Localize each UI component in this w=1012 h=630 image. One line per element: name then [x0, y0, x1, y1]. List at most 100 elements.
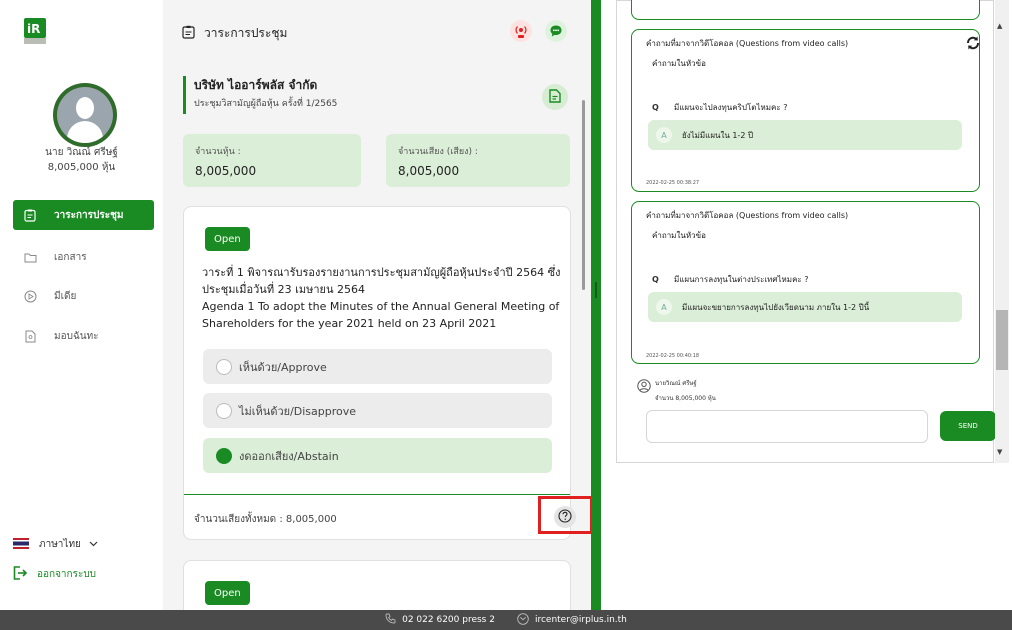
panel-splitter[interactable]	[591, 0, 601, 610]
shares-label: จำนวนหุ้น :	[195, 147, 241, 157]
chevron-down-icon	[89, 539, 98, 550]
app-root: iR นาย วิณณ์ ศรีษฐ์ 8,005,000 หุ้น วาระก…	[0, 0, 1012, 630]
splitter-grip[interactable]	[595, 282, 597, 298]
question-input[interactable]	[646, 410, 928, 443]
avatar	[53, 83, 117, 147]
agenda-title-en: Agenda 1 To adopt the Minutes of the Ann…	[202, 300, 560, 330]
votes-label: จำนวนเสียง (เสียง) :	[398, 147, 478, 157]
qa-header: คำถามที่มาจากวิดีโอคอล (Questions from v…	[646, 211, 849, 220]
asker-info: นายวิณณ์ ศรีษฐ์ จำนวน 8,005,000 หุ้น	[637, 378, 716, 403]
asker-name: นายวิณณ์ ศรีษฐ์	[655, 380, 697, 387]
document-icon	[549, 88, 561, 107]
nav-item-agenda[interactable]: วาระการประชุม	[13, 200, 154, 230]
nav-label-documents: เอกสาร	[54, 251, 87, 263]
question-row: Q มีแผนการลงทุนในต่างประเทศไหมคะ ?	[652, 273, 809, 286]
qa-card: คำถามที่มาจากวิดีโอคอล (Questions from v…	[631, 201, 980, 364]
vote-option-label: ไม่เห็นด้วย/Disapprove	[239, 404, 357, 418]
proxy-icon	[23, 329, 37, 343]
logout-icon	[13, 566, 28, 583]
panel-title: วาระการประชุม	[182, 24, 287, 43]
meeting-name: ประชุมวิสามัญผู้ถือหุ้น ครั้งที่ 1/2565	[194, 99, 338, 109]
status-badge: Open	[205, 227, 250, 251]
language-selector[interactable]: ภาษาไทย	[13, 537, 98, 552]
qa-header: คำถามที่มาจากวิดีโอคอล (Questions from v…	[646, 39, 849, 48]
qa-timestamp: 2022-02-25 00:40:18	[646, 353, 700, 359]
nav-item-proxy[interactable]: มอบฉันทะ	[13, 321, 154, 351]
help-highlight-box	[538, 496, 591, 534]
vote-option-disapprove[interactable]: ไม่เห็นด้วย/Disapprove	[203, 393, 552, 428]
nav-item-media[interactable]: มีเดีย	[13, 281, 154, 311]
qa-topic: คำถามในหัวข้อ	[652, 59, 706, 68]
qa-card: คำถามที่มาจากวิดีโอคอล (Questions from v…	[631, 29, 980, 192]
nav-label-agenda: วาระการประชุม	[54, 209, 124, 221]
agenda-panel: วาระการประชุม บริษัท ไออาร์พลัส จำกัด ปร…	[163, 0, 591, 610]
panel-title-text: วาระการประชุม	[204, 26, 288, 40]
question-mark: Q	[652, 275, 659, 284]
qa-topic: คำถามในหัวข้อ	[652, 231, 706, 240]
votes-value: 8,005,000	[398, 164, 460, 178]
scroll-down-icon[interactable]: ▼	[997, 448, 1002, 456]
question-text: มีแผนการลงทุนในต่างประเทศไหมคะ ?	[674, 275, 809, 284]
company-name: บริษัท ไออาร์พลัส จำกัด	[194, 78, 318, 92]
logout-button[interactable]: ออกจากระบบ	[13, 566, 96, 583]
user-name: นาย วิณณ์ ศรีษฐ์	[45, 147, 118, 158]
language-label: ภาษาไทย	[39, 539, 81, 550]
answer-row: A ยังไม่มีแผนใน 1-2 ปี	[648, 120, 962, 150]
email-icon	[517, 612, 529, 628]
vote-option-abstain[interactable]: งดออกเสียง/Abstain	[203, 438, 552, 473]
answer-row: A มีแผนจะขยายการลงทุนไปยังเวียดนาม ภายใน…	[648, 292, 962, 322]
thai-flag-icon	[13, 537, 29, 552]
vote-option-label: งดออกเสียง/Abstain	[239, 449, 339, 463]
question-row: Q มีแผนจะไปลงทุนคริปโตไหมคะ ?	[652, 101, 787, 114]
shares-stat: จำนวนหุ้น : 8,005,000	[183, 134, 361, 187]
scrollbar[interactable]	[582, 100, 585, 290]
scroll-up-icon[interactable]: ▲	[997, 22, 1002, 30]
footer-phone[interactable]: 02 022 6200 press 2	[402, 615, 495, 625]
chat-icon[interactable]	[545, 20, 567, 42]
divider	[184, 494, 570, 495]
footer: 02 022 6200 press 2 ircenter@irplus.in.t…	[0, 610, 1012, 630]
status-badge: Open	[205, 581, 250, 605]
irplus-logo: iR	[24, 18, 46, 44]
send-button[interactable]: SEND	[940, 411, 996, 441]
question-mark: Q	[652, 103, 659, 112]
answer-text: ยังไม่มีแผนใน 1-2 ปี	[682, 130, 754, 140]
qa-card-previous	[631, 0, 980, 20]
footer-email[interactable]: ircenter@irplus.in.th	[535, 615, 627, 625]
agenda-title: วาระที่ 1 พิจารณารับรองรายงานการประชุมสา…	[202, 264, 562, 332]
total-votes: จำนวนเสียงทั้งหมด : 8,005,000	[194, 514, 337, 525]
refresh-icon[interactable]	[965, 35, 981, 51]
company-accent-bar	[183, 76, 186, 114]
qa-frame: คำถามที่มาจากวิดีโอคอล (Questions from v…	[616, 0, 996, 463]
svg-text:iR: iR	[27, 22, 40, 36]
document-button[interactable]	[542, 84, 568, 110]
agenda-title-icon	[182, 25, 195, 42]
vote-option-approve[interactable]: เห็นด้วย/Approve	[203, 349, 552, 384]
logout-label: ออกจากระบบ	[37, 569, 97, 580]
nav-label-media: มีเดีย	[54, 290, 77, 302]
user-icon	[637, 378, 651, 397]
answer-mark: A	[656, 299, 672, 315]
qa-panel: คำถามที่มาจากวิดีโอคอล (Questions from v…	[601, 0, 1012, 610]
radio-button[interactable]	[216, 358, 232, 375]
question-text: มีแผนจะไปลงทุนคริปโตไหมคะ ?	[674, 103, 788, 112]
answer-text: มีแผนจะขยายการลงทุนไปยังเวียดนาม ภายใน 1…	[682, 302, 870, 312]
nav-item-documents[interactable]: เอกสาร	[13, 242, 154, 272]
agenda-icon	[23, 208, 37, 222]
agenda-card-next: Open	[183, 560, 571, 610]
help-button[interactable]	[554, 506, 576, 528]
shares-value: 8,005,000	[195, 164, 257, 178]
agenda-card: Open วาระที่ 1 พิจารณารับรองรายงานการประ…	[183, 206, 591, 540]
vote-option-label: เห็นด้วย/Approve	[239, 360, 327, 374]
user-shares: 8,005,000 หุ้น	[47, 162, 116, 173]
live-broadcast-icon[interactable]	[510, 20, 532, 42]
scrollbar-thumb[interactable]	[996, 310, 1008, 370]
votes-stat: จำนวนเสียง (เสียง) : 8,005,000	[386, 134, 570, 187]
radio-button-selected[interactable]	[216, 447, 232, 464]
scrollbar-track[interactable]	[995, 0, 1009, 463]
answer-mark: A	[656, 127, 672, 143]
nav-label-proxy: มอบฉันทะ	[54, 330, 99, 342]
play-icon	[23, 289, 37, 303]
radio-button[interactable]	[216, 402, 232, 419]
sidebar: iR นาย วิณณ์ ศรีษฐ์ 8,005,000 หุ้น วาระก…	[0, 0, 163, 610]
